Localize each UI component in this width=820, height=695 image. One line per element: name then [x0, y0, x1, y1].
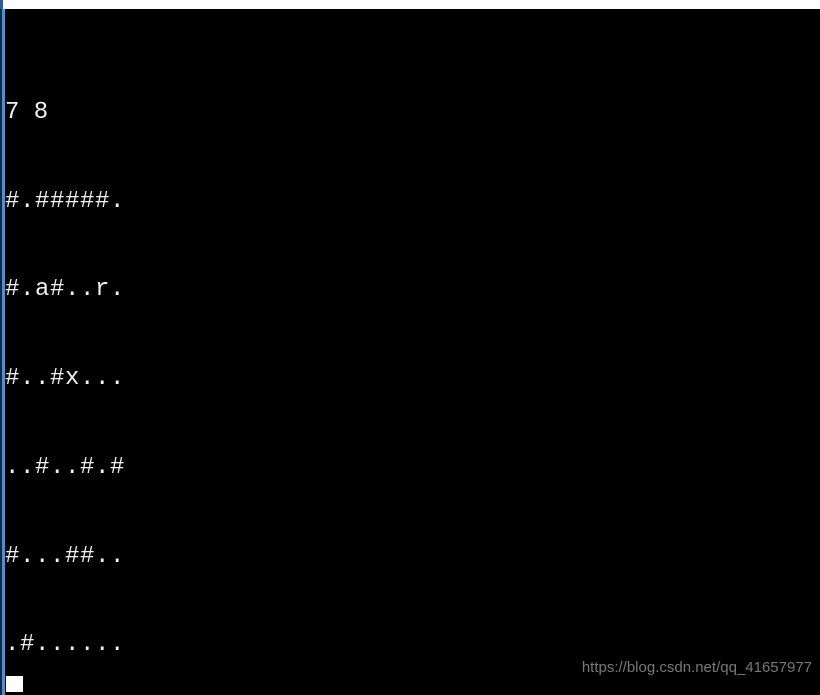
terminal-output[interactable]: 7 8 #.#####. #.a#..r. #..#x... ..#..#.# … — [5, 9, 820, 695]
run1-dimensions-line: 7 8 — [5, 98, 49, 126]
window-top-strip — [0, 0, 820, 9]
watermark-text: https://blog.csdn.net/qq_41657977 — [581, 659, 812, 676]
terminal-cursor — [6, 676, 23, 692]
run1-grid-row-1: #.a#..r. — [5, 276, 126, 304]
run1-grid-row-3: ..#..#.# — [5, 453, 126, 481]
run1-grid-row-5: .#...... — [5, 631, 126, 659]
run1-grid-row-2: #..#x... — [5, 365, 126, 393]
console-window[interactable]: 7 8 #.#####. #.a#..r. #..#x... ..#..#.# … — [0, 0, 820, 695]
top-strip-marker — [0, 0, 3, 9]
run1-grid-row-0: #.#####. — [5, 187, 126, 215]
run1-grid-row-4: #...##.. — [5, 542, 126, 570]
